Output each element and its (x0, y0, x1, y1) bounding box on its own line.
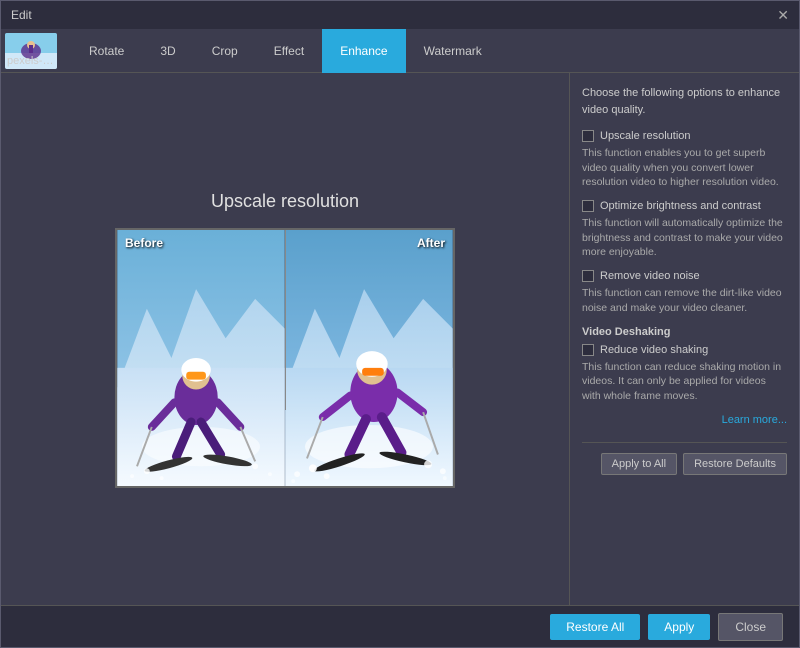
preview-area: Upscale resolution Before (1, 73, 569, 605)
tab-bar: pexels-nang-... Rotate 3D Crop Effect En… (1, 29, 799, 73)
brightness-desc: This function will automatically optimiz… (582, 216, 787, 260)
upscale-desc: This function enables you to get superb … (582, 146, 787, 190)
deshake-desc: This function can reduce shaking motion … (582, 360, 787, 404)
restore-all-button[interactable]: Restore All (550, 614, 640, 640)
upscale-label[interactable]: Upscale resolution (600, 130, 691, 142)
before-image (117, 230, 285, 486)
deshake-option-row: Reduce video shaking (582, 344, 787, 356)
learn-more-link[interactable]: Learn more... (582, 414, 787, 426)
noise-checkbox[interactable] (582, 270, 594, 282)
before-label: Before (125, 236, 163, 250)
noise-option-row: Remove video noise (582, 270, 787, 282)
content-area: Upscale resolution Before (1, 73, 799, 605)
upscale-option-row: Upscale resolution (582, 130, 787, 142)
comparison-divider (285, 230, 286, 410)
deshake-checkbox[interactable] (582, 344, 594, 356)
noise-desc: This function can remove the dirt-like v… (582, 286, 787, 315)
file-thumbnail[interactable]: pexels-nang-... (5, 33, 57, 69)
tab-watermark[interactable]: Watermark (406, 29, 500, 73)
tab-effect[interactable]: Effect (256, 29, 322, 73)
file-name-label: pexels-nang-... (7, 55, 55, 67)
preview-after: After (285, 230, 453, 486)
deshaking-section-title: Video Deshaking (582, 326, 787, 338)
upscale-checkbox[interactable] (582, 130, 594, 142)
close-bottom-button[interactable]: Close (718, 613, 783, 641)
bottom-bar: Restore All Apply Close (1, 605, 799, 647)
close-button[interactable]: ✕ (777, 8, 789, 22)
tab-rotate[interactable]: Rotate (71, 29, 142, 73)
after-image (285, 230, 453, 486)
preview-title: Upscale resolution (211, 191, 359, 212)
restore-defaults-button[interactable]: Restore Defaults (683, 453, 787, 475)
navigation-tabs: Rotate 3D Crop Effect Enhance Watermark (71, 29, 500, 72)
after-label: After (417, 236, 445, 250)
panel-description: Choose the following options to enhance … (582, 85, 787, 118)
edit-window: Edit ✕ pexels-nang-... Rotate 3D Crop Ef… (0, 0, 800, 648)
brightness-option-row: Optimize brightness and contrast (582, 200, 787, 212)
panel-actions: Apply to All Restore Defaults (582, 442, 787, 475)
title-bar: Edit ✕ (1, 1, 799, 29)
deshake-label[interactable]: Reduce video shaking (600, 344, 708, 356)
brightness-checkbox[interactable] (582, 200, 594, 212)
preview-comparison: Before (115, 228, 455, 488)
brightness-label[interactable]: Optimize brightness and contrast (600, 200, 761, 212)
tab-crop[interactable]: Crop (194, 29, 256, 73)
noise-label[interactable]: Remove video noise (600, 270, 700, 282)
window-title: Edit (11, 8, 32, 22)
tab-3d[interactable]: 3D (142, 29, 193, 73)
right-panel: Choose the following options to enhance … (569, 73, 799, 605)
tab-enhance[interactable]: Enhance (322, 29, 405, 73)
preview-before: Before (117, 230, 285, 486)
apply-to-all-button[interactable]: Apply to All (601, 453, 677, 475)
apply-button[interactable]: Apply (648, 614, 710, 640)
